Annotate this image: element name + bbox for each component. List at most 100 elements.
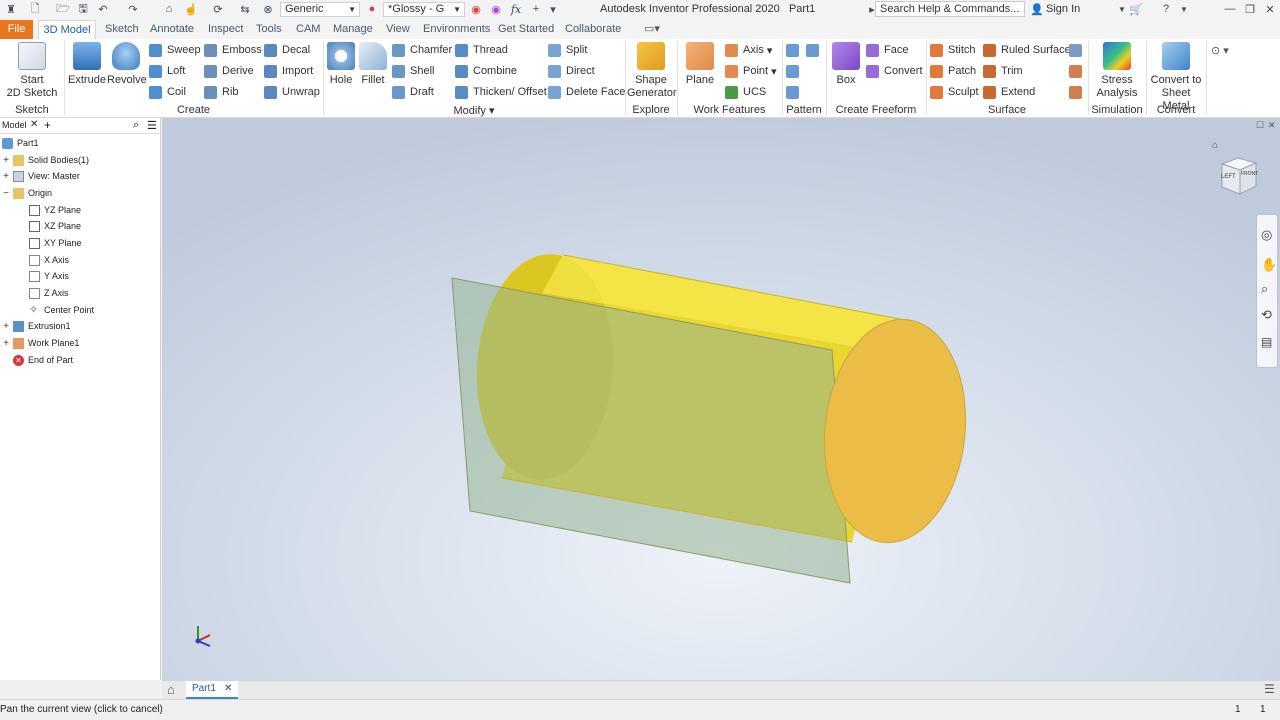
tab-collaborate[interactable]: Collaborate	[563, 20, 623, 39]
patch-button[interactable]: Patch	[930, 63, 976, 79]
rib-button[interactable]: Rib	[204, 84, 239, 100]
app-menu-icon[interactable]: ♜	[3, 2, 19, 16]
split-button[interactable]: Split	[548, 42, 587, 58]
ucs-button[interactable]: UCS	[725, 84, 766, 100]
fillet-button[interactable]: Fillet	[357, 42, 389, 87]
convert-to-sheet-metal-button[interactable]: Convert to Sheet Metal	[1147, 42, 1205, 113]
expand-icon[interactable]: +	[2, 171, 10, 182]
user-icon[interactable]: 👤	[1029, 2, 1045, 16]
adjust-icon[interactable]: ◉	[468, 2, 484, 16]
pan-icon[interactable]: ✋	[1261, 257, 1277, 273]
select-icon[interactable]: ☝	[183, 2, 199, 16]
orbit-icon[interactable]: ⟲	[1261, 307, 1272, 323]
combine-button[interactable]: Combine	[455, 63, 517, 79]
tree-node-xz-plane[interactable]: XZ Plane	[29, 218, 81, 234]
mirror-button[interactable]	[806, 42, 824, 58]
save-icon[interactable]: 🖫	[75, 2, 91, 16]
home-icon[interactable]: ⌂	[161, 2, 177, 16]
import-button[interactable]: Import	[264, 63, 313, 79]
close-doc-tab-icon[interactable]: ✕	[224, 681, 232, 697]
tree-node-x-axis[interactable]: X Axis	[29, 252, 69, 268]
sculpt-button[interactable]: Sculpt	[930, 84, 979, 100]
tree-node-end-of-part[interactable]: ✕ End of Part	[13, 352, 73, 368]
circular-pattern-button[interactable]	[786, 63, 804, 79]
shell-button[interactable]: Shell	[392, 63, 434, 79]
tree-node-work-plane1[interactable]: + Work Plane1	[2, 335, 79, 351]
tree-node-solid-bodies[interactable]: + Solid Bodies(1)	[2, 152, 89, 168]
tab-sketch[interactable]: Sketch	[103, 20, 141, 39]
close-icon[interactable]: ✕	[1262, 2, 1278, 16]
emboss-button[interactable]: Emboss	[204, 42, 262, 58]
thicken-offset-button[interactable]: Thicken/ Offset	[455, 84, 547, 100]
face-button[interactable]: Face	[866, 42, 908, 58]
graphics-window[interactable]: ⌂ LEFT FRONT ☐ ✕ ◎ ✋ ⌕ ⟲ ▤	[162, 118, 1280, 680]
extend-button[interactable]: Extend	[983, 84, 1035, 100]
expand-icon[interactable]: +	[2, 338, 10, 349]
tab-file[interactable]: File	[0, 20, 33, 39]
hole-button[interactable]: Hole	[325, 42, 357, 87]
doc-tabs-menu-icon[interactable]: ☰	[1264, 682, 1275, 696]
new-icon[interactable]: 🗋	[27, 2, 43, 16]
expand-icon[interactable]: +	[2, 321, 10, 332]
close-browser-icon[interactable]: ✕	[30, 119, 38, 130]
steering-wheel-icon[interactable]: ◎	[1261, 227, 1272, 243]
delete-face-button[interactable]: Delete Face	[548, 84, 625, 100]
tab-manage[interactable]: Manage	[331, 20, 375, 39]
browser-tab-model[interactable]: Model	[2, 120, 27, 130]
viewcube-left-face[interactable]: LEFT	[1221, 174, 1236, 180]
cancel-icon[interactable]: ⊗	[260, 2, 276, 16]
sweep-button[interactable]: Sweep	[149, 42, 201, 58]
direct-button[interactable]: Direct	[548, 63, 595, 79]
ruled-surface-button[interactable]: Ruled Surface	[983, 42, 1071, 58]
expand-icon[interactable]: +	[2, 155, 10, 166]
redo-icon[interactable]: ↷	[125, 2, 141, 16]
trim-button[interactable]: Trim	[983, 63, 1023, 79]
convert-freeform-button[interactable]: Convert	[866, 63, 923, 79]
viewcube[interactable]: LEFT FRONT	[1216, 154, 1262, 198]
collapse-icon[interactable]: −	[2, 188, 10, 199]
coil-button[interactable]: Coil	[149, 84, 186, 100]
doc-tab-part1[interactable]: Part1 ✕	[186, 681, 238, 699]
stitch-button[interactable]: Stitch	[930, 42, 976, 58]
sketch-pattern-button[interactable]	[786, 84, 804, 100]
appearance-icon[interactable]: ●	[364, 2, 380, 16]
shape-generator-button[interactable]: Shape Generator	[627, 42, 677, 100]
tree-node-part1[interactable]: Part1	[2, 135, 39, 151]
add-icon[interactable]: +	[528, 2, 544, 16]
home-view-icon[interactable]: ⌂	[1212, 140, 1222, 151]
tree-node-yz-plane[interactable]: YZ Plane	[29, 202, 81, 218]
extrude-button[interactable]: Extrude	[68, 42, 106, 87]
browser-menu-icon[interactable]: ☰	[147, 119, 157, 132]
look-at-icon[interactable]: ▤	[1261, 335, 1272, 349]
plane-button[interactable]: Plane	[682, 42, 718, 87]
tab-overflow-icon[interactable]: ▭▾	[642, 20, 662, 39]
loft-button[interactable]: Loft	[149, 63, 185, 79]
minimize-icon[interactable]: —	[1222, 2, 1238, 16]
tree-node-y-axis[interactable]: Y Axis	[29, 268, 69, 284]
restore-icon[interactable]: ❐	[1242, 2, 1258, 16]
surface-tool-1-button[interactable]	[1069, 42, 1087, 58]
search-input[interactable]: Search Help & Commands...	[875, 1, 1025, 17]
derive-button[interactable]: Derive	[204, 63, 254, 79]
draft-button[interactable]: Draft	[392, 84, 434, 100]
tab-inspect[interactable]: Inspect	[206, 20, 245, 39]
add-browser-icon[interactable]: +	[44, 118, 51, 132]
chamfer-button[interactable]: Chamfer	[392, 42, 452, 58]
surface-tool-3-button[interactable]	[1069, 84, 1087, 100]
revolve-button[interactable]: Revolve	[107, 42, 147, 87]
viewcube-front-face[interactable]: FRONT	[1241, 171, 1258, 177]
clear-appearance-icon[interactable]: ◉	[488, 2, 504, 16]
panel-label-modify[interactable]: Modify ▾	[323, 104, 625, 117]
thread-button[interactable]: Thread	[455, 42, 508, 58]
help-icon[interactable]: ?	[1158, 2, 1174, 16]
material-dropdown[interactable]: Generic ▼	[280, 2, 360, 17]
point-button[interactable]: Point ▾	[725, 63, 777, 79]
tree-node-extrusion1[interactable]: + Extrusion1	[2, 318, 71, 334]
home-tab-icon[interactable]: ⌂	[167, 682, 175, 697]
close-view-icon[interactable]: ✕	[1268, 120, 1276, 131]
stress-analysis-button[interactable]: Stress Analysis	[1092, 42, 1142, 100]
tab-tools[interactable]: Tools	[254, 20, 284, 39]
measure-icon[interactable]: ⇆	[237, 2, 253, 16]
tab-annotate[interactable]: Annotate	[148, 20, 196, 39]
tree-node-view-master[interactable]: + View: Master	[2, 168, 80, 184]
